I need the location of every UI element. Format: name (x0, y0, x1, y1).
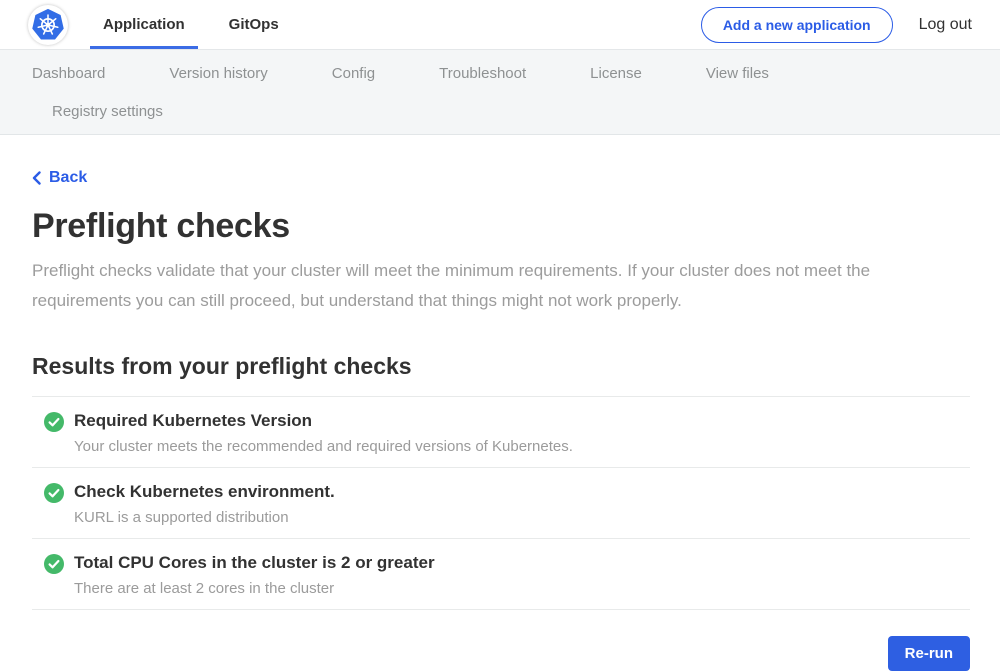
results-heading: Results from your preflight checks (32, 353, 970, 380)
check-title: Check Kubernetes environment. (74, 482, 335, 502)
check-title: Required Kubernetes Version (74, 411, 573, 431)
back-link-label: Back (49, 169, 87, 187)
check-message: There are at least 2 cores in the cluste… (74, 580, 435, 597)
preflight-check-row: Check Kubernetes environment. KURL is a … (32, 468, 970, 539)
subnav-item-version-history[interactable]: Version history (169, 65, 267, 82)
check-circle-icon (44, 483, 64, 508)
subnav-item-view-files[interactable]: View files (706, 65, 769, 82)
tab-gitops[interactable]: GitOps (216, 0, 292, 49)
preflight-page: Back Preflight checks Preflight checks v… (0, 135, 1000, 671)
check-message: Your cluster meets the recommended and r… (74, 438, 573, 455)
check-body: Total CPU Cores in the cluster is 2 or g… (74, 553, 435, 597)
chevron-left-icon (32, 171, 41, 185)
subnav-item-dashboard[interactable]: Dashboard (32, 65, 105, 82)
add-new-application-button[interactable]: Add a new application (701, 7, 893, 43)
check-title: Total CPU Cores in the cluster is 2 or g… (74, 553, 435, 573)
subnav-item-troubleshoot[interactable]: Troubleshoot (439, 65, 526, 82)
page-title: Preflight checks (32, 207, 970, 246)
check-message: KURL is a supported distribution (74, 509, 335, 526)
tab-application[interactable]: Application (90, 0, 198, 49)
preflight-results-list: Required Kubernetes Version Your cluster… (32, 396, 970, 610)
subnav-row-1: Dashboard Version history Config Trouble… (32, 61, 968, 85)
subnav-item-registry-settings[interactable]: Registry settings (52, 103, 163, 120)
back-link[interactable]: Back (32, 169, 87, 187)
kubernetes-logo-icon (28, 5, 68, 45)
log-out-link[interactable]: Log out (919, 16, 972, 34)
check-body: Check Kubernetes environment. KURL is a … (74, 482, 335, 526)
subnav-row-2: Registry settings (52, 99, 968, 123)
app-header: Application GitOps Add a new application… (0, 0, 1000, 50)
page-description: Preflight checks validate that your clus… (32, 256, 952, 316)
header-tabs: Application GitOps (90, 0, 292, 49)
check-circle-icon (44, 554, 64, 579)
subnav-item-config[interactable]: Config (332, 65, 375, 82)
preflight-check-row: Total CPU Cores in the cluster is 2 or g… (32, 539, 970, 610)
check-circle-icon (44, 412, 64, 437)
subnav-item-license[interactable]: License (590, 65, 642, 82)
app-subnav: Dashboard Version history Config Trouble… (0, 50, 1000, 135)
preflight-check-row: Required Kubernetes Version Your cluster… (32, 397, 970, 468)
check-body: Required Kubernetes Version Your cluster… (74, 411, 573, 455)
